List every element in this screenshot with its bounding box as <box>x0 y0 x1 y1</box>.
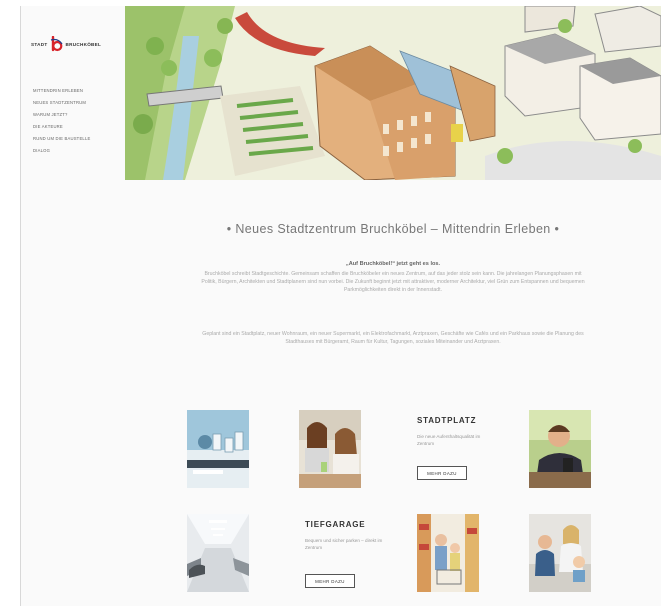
parking-garage-image <box>187 514 249 592</box>
logo-b-icon <box>51 36 64 52</box>
nav-item-baustelle[interactable]: Rund um die Baustelle <box>33 136 90 141</box>
city-sketch-image <box>125 6 661 180</box>
city-logo[interactable]: STADT BRUCHKÖBEL <box>31 36 119 52</box>
man-with-phone-image <box>529 410 591 488</box>
nav-item-akteure[interactable]: Die Akteure <box>33 124 90 129</box>
stadtplatz-text: Die neue Aufenthaltsqualität im Zentrum <box>417 434 481 446</box>
page-headline: • Neues Stadtzentrum Bruchköbel – Mitten… <box>226 222 560 236</box>
tile-image-family[interactable] <box>529 514 591 592</box>
logo-right-text: BRUCHKÖBEL <box>65 41 102 47</box>
intro-paragraph-1: Bruchköbel schreibt Stadtgeschichte. Gem… <box>201 271 585 293</box>
stadtplatz-title: STADTPLATZ <box>417 416 477 425</box>
tiefgarage-text: Bequem und sicher parken – direkt im Zen… <box>305 538 383 550</box>
friends-image <box>299 410 361 488</box>
tiefgarage-more-button[interactable]: MEHR DAZU <box>305 574 355 588</box>
supermarket-image <box>417 514 479 592</box>
stadtplatz-more-button[interactable]: MEHR DAZU <box>417 466 467 480</box>
nav-item-dialog[interactable]: Dialog <box>33 148 90 153</box>
hero-illustration <box>125 6 661 180</box>
nav-item-mittendrin[interactable]: Mittendrin erleben <box>33 88 90 93</box>
tile-image-man-phone[interactable] <box>529 410 591 488</box>
nav-item-stadtzentrum[interactable]: Neues Stadtzentrum <box>33 100 90 105</box>
main-nav: Mittendrin erleben Neues Stadtzentrum Wa… <box>33 88 90 160</box>
family-image <box>529 514 591 592</box>
page-frame: STADT BRUCHKÖBEL Mittendrin erleben Neue… <box>20 6 661 606</box>
nav-item-warum-jetzt[interactable]: Warum jetzt? <box>33 112 90 117</box>
sidebar: STADT BRUCHKÖBEL Mittendrin erleben Neue… <box>21 6 125 606</box>
feature-grid: STADTPLATZ Die neue Aufenthaltsqualität … <box>125 380 661 606</box>
tile-image-parking-garage[interactable] <box>187 514 249 592</box>
tile-image-supermarket[interactable] <box>417 514 479 592</box>
logo-left-text: STADT <box>31 41 48 47</box>
tile-image-cafe-glasses[interactable] <box>187 410 249 488</box>
intro-section: • Neues Stadtzentrum Bruchköbel – Mitten… <box>125 180 661 380</box>
tile-image-friends-cafe[interactable] <box>299 410 361 488</box>
intro-lead: „Auf Bruchköbel!“ jetzt geht es los. <box>345 261 441 267</box>
intro-paragraph-2: Geplant sind ein Stadtplatz, neuer Wohnr… <box>202 331 584 345</box>
cafe-image <box>187 410 249 488</box>
tiefgarage-title: TIEFGARAGE <box>305 520 366 529</box>
